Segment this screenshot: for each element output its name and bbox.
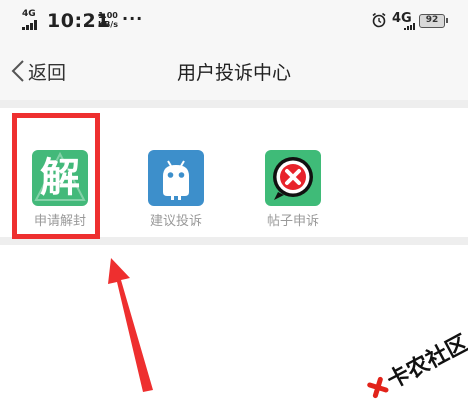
watermark-text: 卡农社区	[383, 330, 468, 394]
watermark-logo: 卡农社区	[367, 330, 468, 399]
